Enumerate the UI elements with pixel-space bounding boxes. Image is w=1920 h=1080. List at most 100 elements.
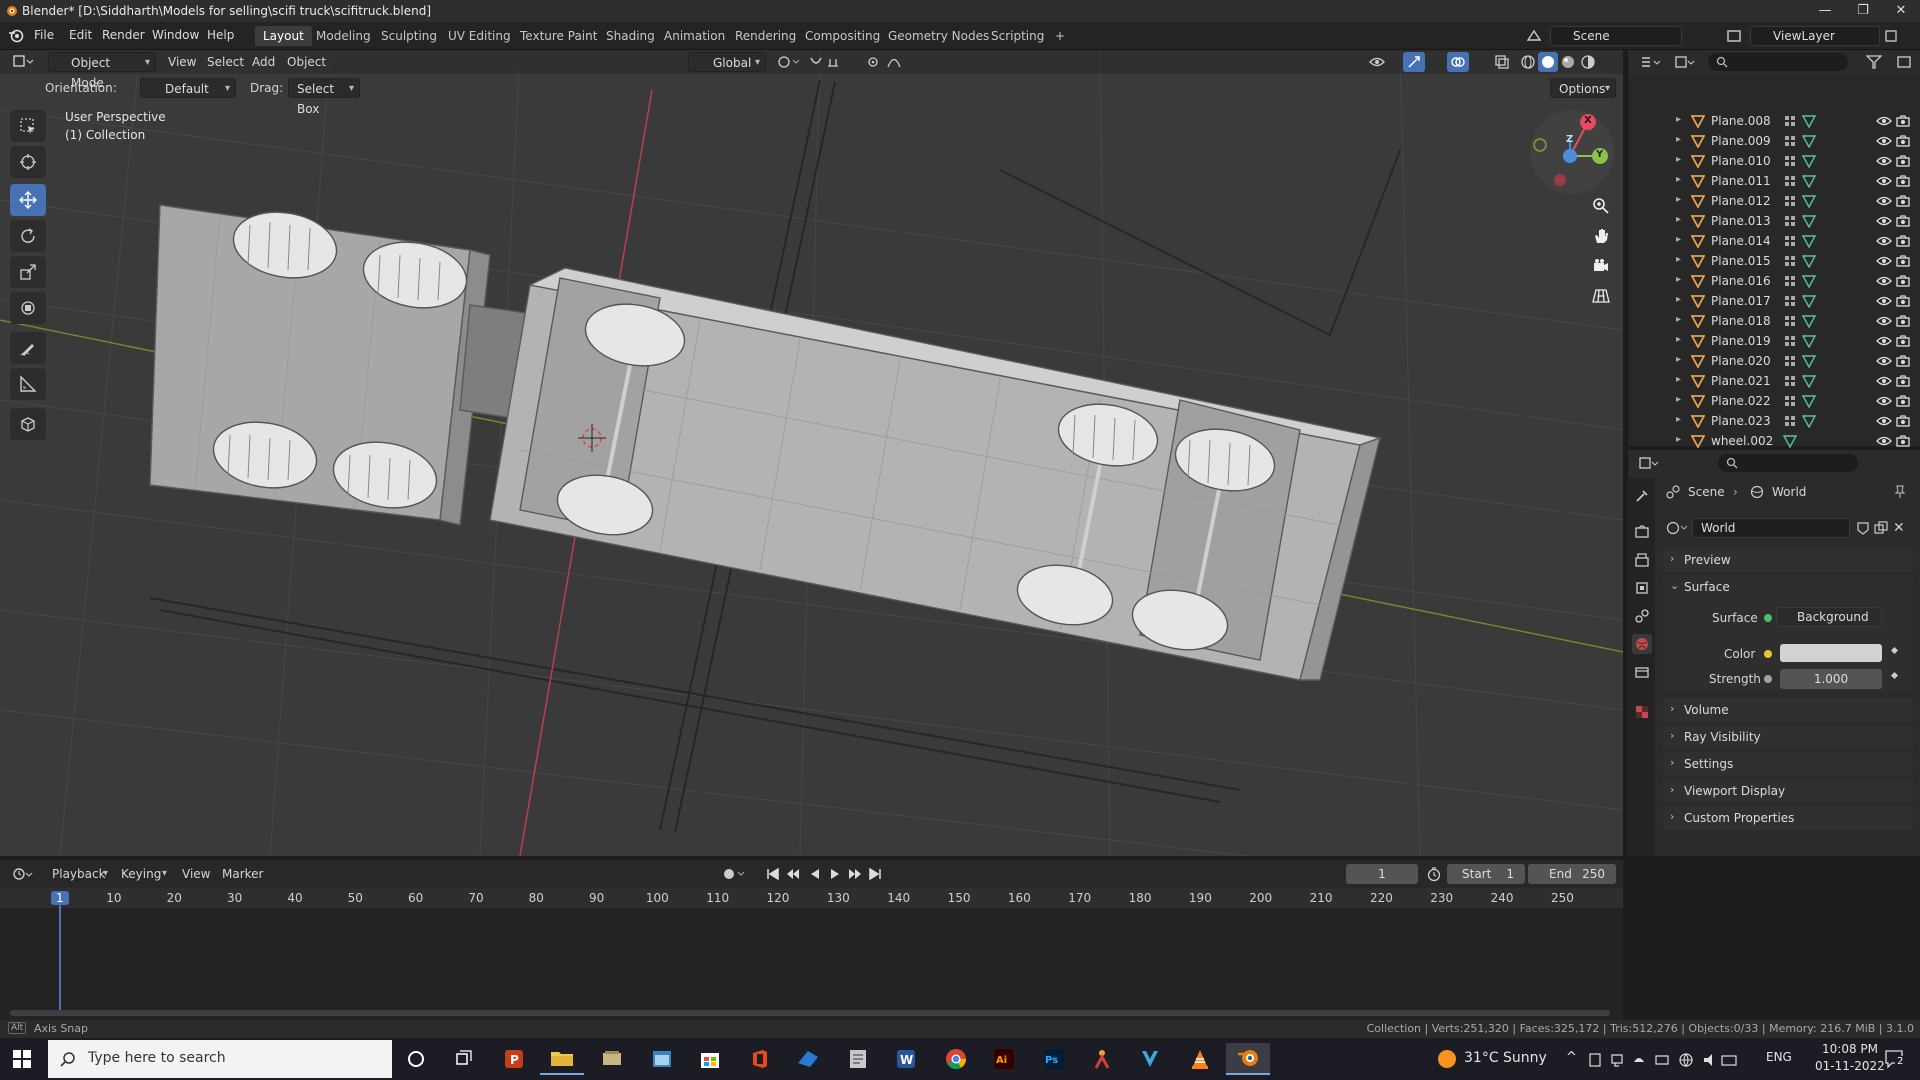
visibility-eye-icon[interactable] [1876,214,1892,228]
perspective-toggle-button[interactable] [1587,282,1615,310]
outliner-item[interactable]: ▸ Plane.023 [1628,411,1920,431]
visibility-eye-icon[interactable] [1876,334,1892,348]
overlays-toggle-icon[interactable] [1447,52,1469,72]
outliner-item[interactable]: ▸ Plane.008 [1628,111,1920,131]
menu-window[interactable]: Window [152,28,199,42]
timeline-editor-icon[interactable] [12,866,34,882]
visibility-eye-icon[interactable] [1876,354,1892,368]
expand-arrow-icon[interactable]: ▸ [1676,234,1681,245]
tab-scripting[interactable]: Scripting [983,26,1052,46]
gizmo-toggle-icon[interactable] [1403,52,1425,72]
render-camera-icon[interactable] [1896,374,1910,388]
app-icon-blue-arrow[interactable] [786,1043,830,1075]
expand-arrow-icon[interactable]: ▸ [1676,354,1681,365]
add-workspace-button[interactable]: + [1047,26,1073,46]
menu-object[interactable]: Object [287,52,326,72]
mode-selector[interactable]: Object Mode [48,52,156,90]
outliner-item[interactable]: ▸ Plane.013 [1628,211,1920,231]
visibility-icon[interactable] [1368,54,1396,70]
timeline-scrollbar[interactable] [10,1010,1610,1016]
photoshop-icon[interactable]: Ps [1032,1043,1076,1075]
outliner-item[interactable]: ▸ Plane.011 [1628,171,1920,191]
camera-view-button[interactable] [1587,252,1615,280]
tab-geometry-nodes[interactable]: Geometry Nodes [880,26,997,46]
outliner-item[interactable]: ▸ Plane.012 [1628,191,1920,211]
microsoft-store-icon[interactable] [688,1043,732,1075]
expand-arrow-icon[interactable]: ▸ [1676,174,1681,185]
tab-compositing[interactable]: Compositing [797,26,888,46]
color-swatch[interactable] [1780,644,1882,662]
weather-text[interactable]: 31°C Sunny [1464,1050,1547,1066]
jump-end-icon[interactable] [868,867,882,881]
render-camera-icon[interactable] [1896,254,1910,268]
render-camera-icon[interactable] [1896,154,1910,168]
zoom-view-button[interactable] [1587,192,1615,220]
menu-file[interactable]: File [34,28,54,42]
visibility-eye-icon[interactable] [1876,154,1892,168]
viewport-display-panel[interactable]: › Viewport Display [1663,779,1913,803]
tab-animation[interactable]: Animation [656,26,733,46]
next-keyframe-icon[interactable] [848,867,862,881]
visibility-eye-icon[interactable] [1876,194,1892,208]
menu-marker[interactable]: Marker [222,864,263,884]
shading-material-icon[interactable] [1560,54,1576,70]
visibility-eye-icon[interactable] [1876,114,1892,128]
pivot-point-icon[interactable] [776,54,800,70]
custom-properties-panel[interactable]: › Custom Properties [1663,806,1913,830]
menu-render[interactable]: Render [102,28,145,42]
end-frame-field[interactable]: End 250 [1528,864,1616,884]
move-tool[interactable] [10,184,46,216]
tool-tab-icon[interactable] [1632,486,1652,506]
expand-arrow-icon[interactable]: ▸ [1676,114,1681,125]
annotate-tool[interactable] [10,332,46,364]
world-name-field[interactable]: World [1692,518,1850,538]
cortana-icon[interactable] [394,1043,438,1075]
new-viewlayer-icon[interactable] [1884,29,1898,43]
visibility-eye-icon[interactable] [1876,394,1892,408]
render-tab-icon[interactable] [1632,522,1652,542]
world-tab-icon[interactable] [1632,634,1652,654]
shading-solid-icon[interactable] [1538,52,1558,72]
app-icon-library[interactable] [590,1043,634,1075]
ray-visibility-panel[interactable]: › Ray Visibility [1663,725,1913,749]
new-collection-icon[interactable] [1896,55,1912,69]
tab-uv-editing[interactable]: UV Editing [440,26,519,46]
outliner-item[interactable]: ▸ Plane.016 [1628,271,1920,291]
visibility-eye-icon[interactable] [1876,234,1892,248]
settings-panel[interactable]: › Settings [1663,752,1913,776]
render-camera-icon[interactable] [1896,174,1910,188]
expand-arrow-icon[interactable]: ▸ [1676,394,1681,405]
render-camera-icon[interactable] [1896,414,1910,428]
proportional-editing-icon[interactable] [866,54,906,70]
play-reverse-icon[interactable] [808,867,822,881]
tab-texture-paint[interactable]: Texture Paint [512,26,605,46]
visibility-eye-icon[interactable] [1876,294,1892,308]
tab-shading[interactable]: Shading [598,26,663,46]
taskbar-time[interactable]: 10:08 PM [1822,1042,1878,1056]
pan-view-button[interactable] [1587,222,1615,250]
collection-tab-icon[interactable] [1632,662,1652,682]
expand-arrow-icon[interactable]: ▸ [1676,154,1681,165]
snap-icon[interactable] [808,54,848,70]
render-camera-icon[interactable] [1896,194,1910,208]
expand-arrow-icon[interactable]: ▸ [1676,274,1681,285]
render-camera-icon[interactable] [1896,354,1910,368]
word-icon[interactable]: W [884,1043,928,1075]
outliner-item[interactable]: ▸ Plane.021 [1628,371,1920,391]
app-icon-figure[interactable] [1080,1043,1124,1075]
outliner-search-input[interactable] [1708,53,1848,71]
outliner-item[interactable]: ▸ Plane.022 [1628,391,1920,411]
viewlayer-selector[interactable]: ViewLayer [1750,26,1880,46]
orientation-selector[interactable]: Default [140,78,236,99]
expand-arrow-icon[interactable]: ▸ [1676,194,1681,205]
taskbar-search-box[interactable]: Type here to search [48,1040,392,1078]
rotate-tool[interactable] [10,220,46,252]
render-camera-icon[interactable] [1896,114,1910,128]
expand-arrow-icon[interactable]: ▸ [1676,254,1681,265]
minimize-button[interactable]: — [1806,0,1844,22]
editor-type-icon[interactable] [12,53,34,69]
world-datablock-icon[interactable] [1666,521,1690,535]
expand-arrow-icon[interactable]: ▸ [1676,334,1681,345]
volume-panel[interactable]: › Volume [1663,698,1913,722]
outliner-item[interactable]: ▸ Plane.017 [1628,291,1920,311]
